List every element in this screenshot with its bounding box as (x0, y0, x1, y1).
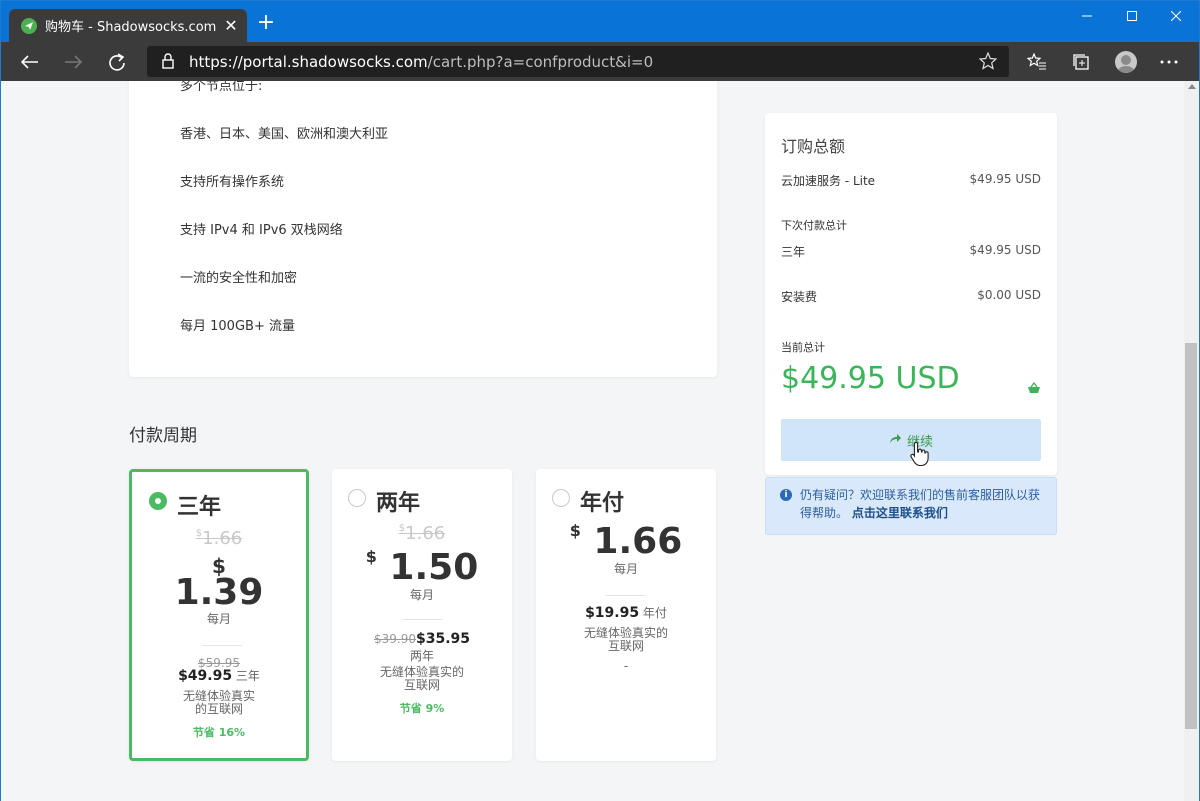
plan-radio[interactable] (348, 489, 366, 507)
plan-price: $ 1.50 (365, 547, 479, 588)
plan-card-annual[interactable]: 年付 $ 1.66 每月 $19.95 年付 无缝体验真实的 互联网 - (536, 469, 716, 761)
order-summary: 订购总额 云加速服务 - Lite $49.95 USD 下次付款总计 三年 $… (765, 113, 1057, 475)
favorites-list-icon[interactable] (1024, 49, 1050, 75)
new-tab-plus-icon[interactable]: + (254, 11, 278, 35)
plan-name: 三年 (177, 495, 222, 520)
scroll-up-arrow-icon[interactable] (1188, 84, 1196, 89)
plan-total: $49.95 三年 (178, 668, 260, 684)
lock-icon (161, 53, 175, 73)
plan-old-price: $1.66 (398, 523, 446, 544)
product-price: $49.95 USD (969, 172, 1041, 186)
scrollbar-thumb[interactable] (1185, 343, 1197, 729)
basket-icon (1027, 379, 1041, 398)
plan-name: 两年 (376, 491, 421, 516)
summary-title: 订购总额 (781, 137, 846, 156)
plan-desc: 的互联网 (194, 702, 243, 716)
tab-title: 购物车 - Shadowsocks.com (45, 20, 217, 35)
summary-setup-row: 安装费 $0.00 USD (781, 288, 1041, 305)
setup-price: $0.00 USD (977, 288, 1041, 302)
plan-desc: 互联网 (403, 678, 440, 692)
plan-radio-selected[interactable] (149, 492, 167, 510)
maximize-icon[interactable] (1109, 1, 1155, 31)
feature-item: 一流的安全性和加密 (180, 271, 298, 286)
back-arrow-icon[interactable] (16, 48, 44, 76)
plan-savings: 节省 16% (192, 726, 246, 739)
plan-price: $ 1.66 (569, 521, 683, 562)
setup-label: 安装费 (781, 290, 818, 304)
browser-tab[interactable]: 购物车 - Shadowsocks.com ✕ (9, 9, 247, 42)
plan-card-three-year[interactable]: 三年 $1.66 $ 1.39 每月 $59.95 $49.95 三年 无缝体验… (129, 469, 309, 761)
feature-item: 多个节点位于: (180, 81, 263, 94)
forward-arrow-icon[interactable] (59, 48, 87, 76)
plan-total: $19.95 年付 (585, 605, 667, 621)
term-name: 三年 (781, 245, 806, 259)
help-notice: i 仍有疑问？欢迎联系我们的售前客服团队以获得帮助。 点击这里联系我们 (765, 477, 1057, 535)
plan-card-two-year[interactable]: 两年 $1.66 $ 1.50 每月 $39.90$35.95 两年 无缝体验真… (332, 469, 512, 761)
hand-cursor-icon (909, 441, 931, 471)
plan-per-month: 每月 (409, 588, 434, 602)
plan-name: 年付 (580, 491, 625, 516)
title-bar: 购物车 - Shadowsocks.com ✕ + (1, 1, 1199, 42)
contact-us-link[interactable]: 点击这里联系我们 (852, 506, 948, 520)
browser-toolbar: https://portal.shadowsocks.com/cart.php?… (1, 42, 1199, 81)
feature-item: 支持所有操作系统 (180, 175, 285, 190)
more-menu-icon[interactable] (1156, 49, 1182, 75)
close-window-icon[interactable] (1153, 1, 1199, 31)
next-payment-label: 下次付款总计 (781, 219, 847, 232)
plan-radio[interactable] (552, 489, 570, 507)
page-content: 多个节点位于: 香港、日本、美国、欧洲和澳大利亚 支持所有操作系统 支持 IPv… (1, 81, 1184, 801)
feature-item: 每月 100GB+ 流量 (180, 319, 295, 334)
current-total: $49.95 USD (781, 361, 960, 396)
profile-avatar-icon[interactable] (1113, 49, 1139, 75)
collections-icon[interactable] (1068, 49, 1094, 75)
info-icon: i (780, 489, 792, 501)
summary-product-row: 云加速服务 - Lite $49.95 USD (781, 172, 1041, 189)
refresh-icon[interactable] (103, 48, 131, 76)
page-scrollbar[interactable] (1184, 81, 1199, 801)
url-path: /cart.php?a=confproduct&i=0 (427, 52, 654, 71)
share-arrow-icon (889, 433, 902, 448)
shadowsocks-favicon-icon (21, 17, 37, 34)
plan-total-suffix: 两年 (409, 649, 434, 663)
plan-per-month: 每月 (613, 562, 638, 576)
feature-item: 支持 IPv4 和 IPv6 双栈网络 (180, 223, 343, 238)
plan-per-month: 每月 (206, 612, 231, 626)
address-bar[interactable]: https://portal.shadowsocks.com/cart.php?… (147, 46, 1009, 77)
product-name: 云加速服务 - Lite (781, 174, 876, 188)
plan-old-price: $1.66 (195, 528, 243, 549)
plan-total: $39.90$35.95 (373, 631, 471, 647)
summary-term-row: 三年 $49.95 USD (781, 243, 1041, 260)
browser-window: 购物车 - Shadowsocks.com ✕ + https://portal… (0, 0, 1200, 801)
divider (202, 645, 242, 646)
favorite-star-icon[interactable] (978, 51, 998, 74)
plan-dash: - (623, 659, 629, 673)
term-price: $49.95 USD (969, 243, 1041, 257)
plan-desc: 互联网 (607, 639, 644, 653)
divider (606, 595, 646, 596)
divider (402, 619, 442, 620)
billing-cycle-title: 付款周期 (129, 426, 197, 446)
features-card: 多个节点位于: 香港、日本、美国、欧洲和澳大利亚 支持所有操作系统 支持 IPv… (129, 81, 717, 377)
url-host: https://portal.shadowsocks.com (189, 52, 428, 71)
current-total-label: 当前总计 (781, 341, 825, 354)
tab-close-icon[interactable]: ✕ (221, 16, 241, 35)
feature-item: 香港、日本、美国、欧洲和澳大利亚 (180, 127, 389, 142)
plan-savings: 节省 9% (399, 702, 445, 715)
minimize-icon[interactable] (1064, 1, 1110, 31)
plan-price: 1.39 (174, 572, 264, 613)
